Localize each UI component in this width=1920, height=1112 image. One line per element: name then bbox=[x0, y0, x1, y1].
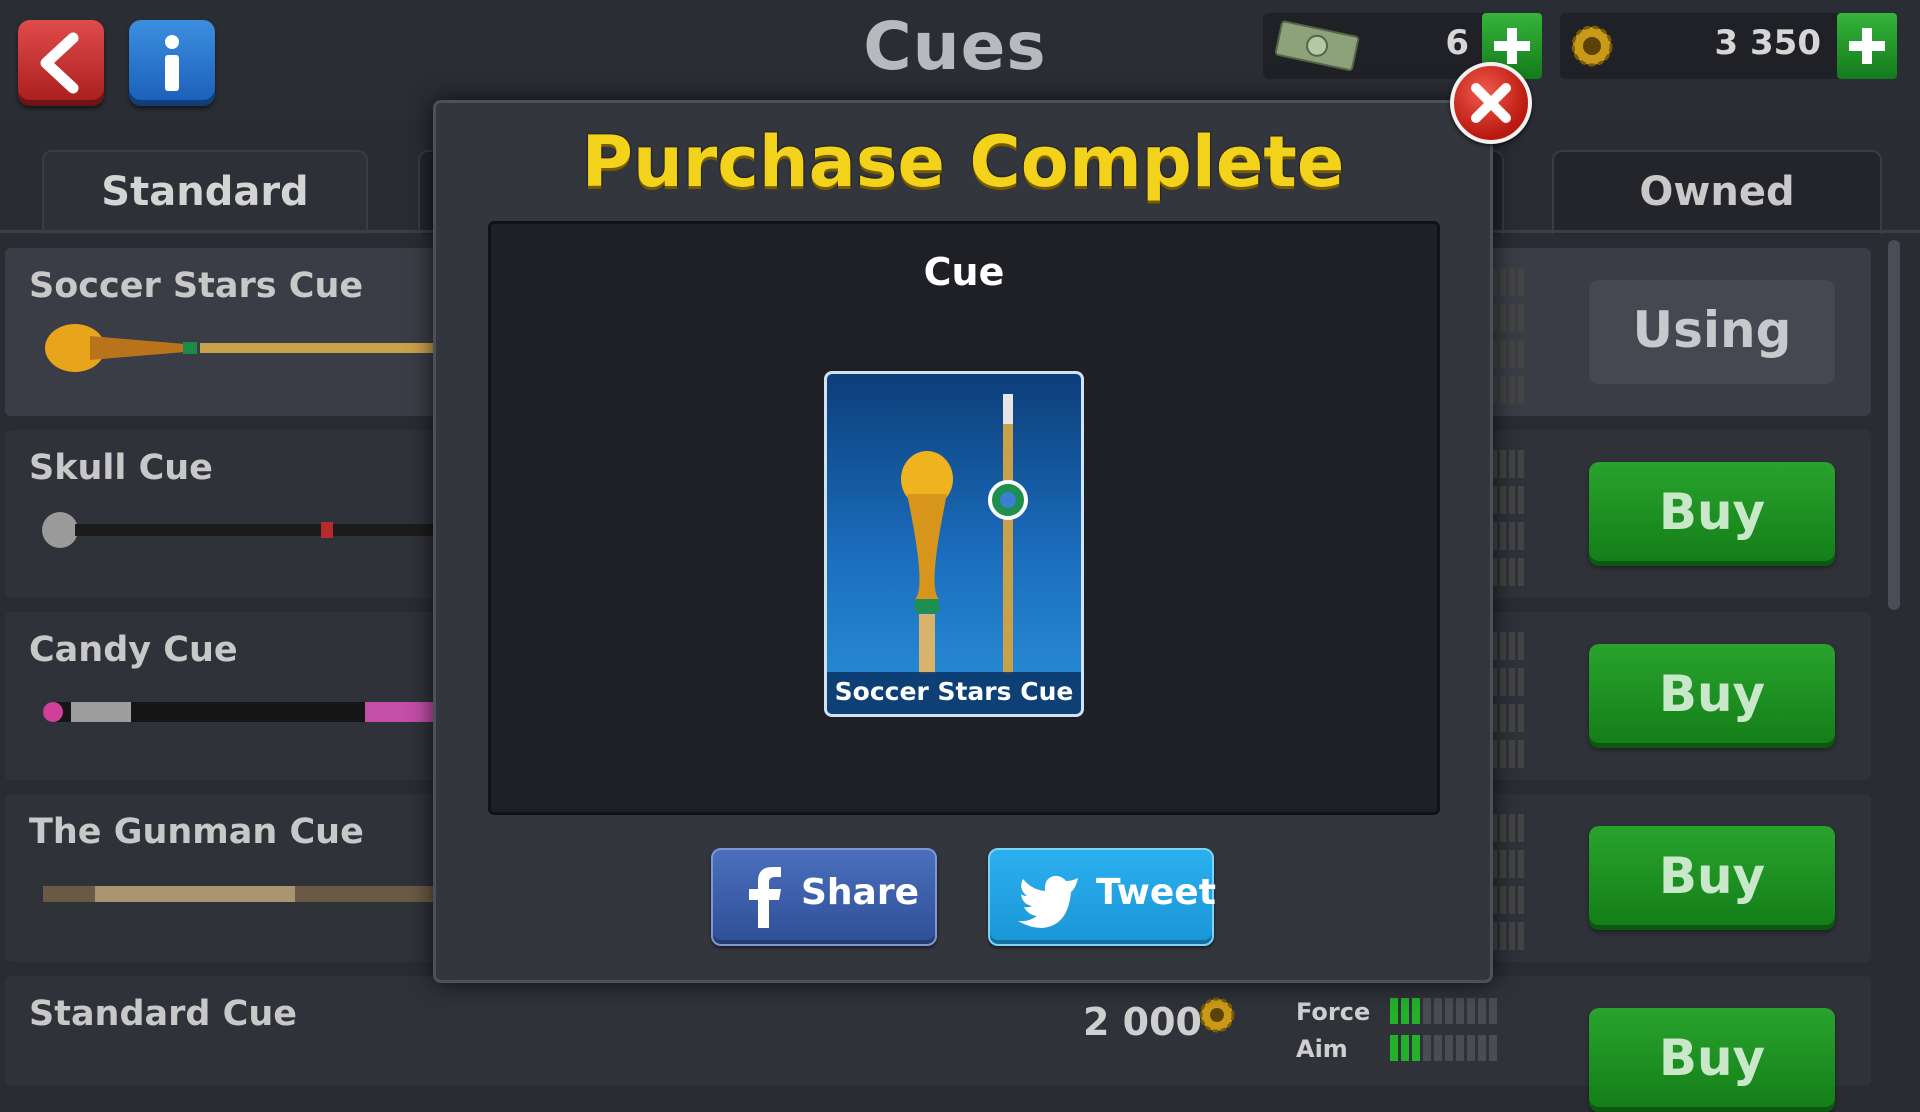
cue-image bbox=[43, 886, 445, 902]
stat-segment bbox=[1434, 998, 1442, 1024]
buy-button[interactable]: Buy bbox=[1589, 1008, 1835, 1112]
stat-segment bbox=[1445, 998, 1453, 1024]
aim-bars bbox=[1390, 1035, 1497, 1061]
buy-button[interactable]: Buy bbox=[1589, 644, 1835, 748]
soccer-stars-cue-image bbox=[901, 394, 1028, 674]
twitter-tweet-button[interactable]: Tweet bbox=[988, 848, 1216, 946]
item-card: Soccer Stars Cue bbox=[824, 371, 1084, 717]
buy-button[interactable]: Buy bbox=[1589, 462, 1835, 566]
twitter-bird-icon bbox=[1018, 875, 1078, 928]
purchase-complete-dialog: Purchase Complete Cue Soccer Stars Cue S… bbox=[433, 100, 1493, 983]
buy-button[interactable]: Buy bbox=[1589, 826, 1835, 930]
share-label: Share bbox=[801, 872, 920, 913]
stat-segment bbox=[1412, 998, 1420, 1024]
stat-segment bbox=[1467, 1035, 1475, 1061]
screen-title: Cues bbox=[863, 8, 1047, 85]
stat-segment bbox=[1390, 1035, 1398, 1061]
stat-segment bbox=[1423, 998, 1431, 1024]
cue-name: The Gunman Cue bbox=[29, 812, 364, 852]
back-arrow-icon bbox=[40, 32, 79, 94]
tweet-label: Tweet bbox=[1096, 872, 1216, 913]
cue-price: 2 000 bbox=[1083, 1000, 1202, 1044]
close-dialog-button[interactable] bbox=[1450, 62, 1532, 144]
stat-segment bbox=[1456, 998, 1464, 1024]
cash-amount: 6 bbox=[1445, 23, 1469, 63]
cash-icon bbox=[1274, 20, 1360, 71]
tab-owned[interactable]: Owned bbox=[1552, 150, 1882, 234]
coin-icon bbox=[1199, 997, 1235, 1033]
using-button[interactable]: Using bbox=[1589, 280, 1835, 384]
aim-label: Aim bbox=[1296, 1035, 1348, 1063]
tab-standard[interactable]: Standard bbox=[42, 150, 368, 234]
stat-segment bbox=[1489, 998, 1497, 1024]
info-icon bbox=[165, 35, 179, 91]
cue-image bbox=[43, 702, 445, 722]
info-button[interactable] bbox=[129, 20, 215, 106]
stat-segment bbox=[1489, 1035, 1497, 1061]
stat-segment bbox=[1478, 998, 1486, 1024]
cue-image bbox=[45, 324, 445, 372]
stat-segment bbox=[1401, 998, 1409, 1024]
plus-icon bbox=[1849, 28, 1885, 64]
item-type-heading: Cue bbox=[923, 250, 1005, 294]
dialog-content: Cue Soccer Stars Cue bbox=[488, 221, 1440, 815]
force-bars bbox=[1390, 998, 1497, 1024]
stat-segment bbox=[1467, 998, 1475, 1024]
stat-segment bbox=[1401, 1035, 1409, 1061]
item-name: Soccer Stars Cue bbox=[827, 672, 1081, 714]
dialog-title: Purchase Complete bbox=[581, 121, 1345, 203]
stat-segment bbox=[1434, 1035, 1442, 1061]
cue-name: Candy Cue bbox=[29, 630, 238, 670]
facebook-icon bbox=[749, 867, 781, 928]
stat-segment bbox=[1478, 1035, 1486, 1061]
stat-bars bbox=[1491, 268, 1527, 404]
close-icon bbox=[1471, 83, 1511, 123]
coin-amount: 3 350 bbox=[1714, 23, 1821, 63]
back-button[interactable] bbox=[18, 20, 104, 106]
scrollbar[interactable] bbox=[1888, 240, 1900, 610]
stat-bars bbox=[1491, 632, 1527, 768]
add-coins-button[interactable] bbox=[1837, 13, 1897, 79]
stat-segment bbox=[1445, 1035, 1453, 1061]
cue-image bbox=[42, 512, 445, 548]
stat-segment bbox=[1456, 1035, 1464, 1061]
cue-name: Soccer Stars Cue bbox=[29, 266, 364, 306]
list-item[interactable]: Standard Cue Buy bbox=[5, 976, 1871, 1112]
stat-bars bbox=[1491, 450, 1527, 586]
coin-icon bbox=[1571, 25, 1613, 67]
stat-segment bbox=[1390, 998, 1398, 1024]
stat-segment bbox=[1412, 1035, 1420, 1061]
coin-balance: 3 350 bbox=[1560, 13, 1897, 79]
stat-bars bbox=[1491, 814, 1527, 950]
facebook-share-button[interactable]: Share bbox=[711, 848, 937, 946]
cue-name: Standard Cue bbox=[29, 994, 297, 1034]
force-label: Force bbox=[1296, 998, 1371, 1026]
stat-segment bbox=[1423, 1035, 1431, 1061]
cue-name: Skull Cue bbox=[29, 448, 213, 488]
